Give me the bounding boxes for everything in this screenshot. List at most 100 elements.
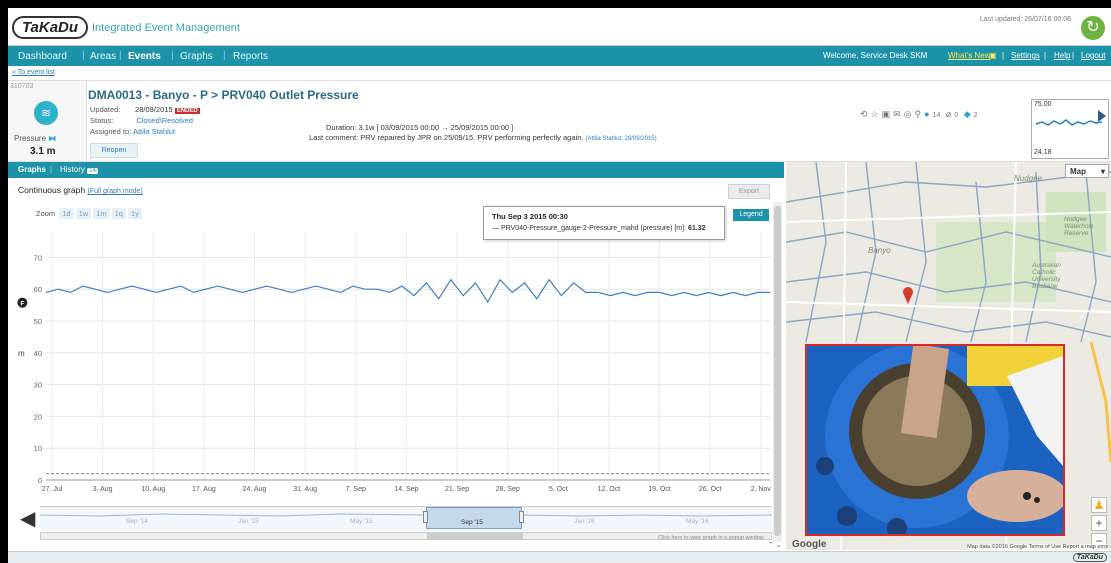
tab-graphs[interactable]: Graphs: [18, 165, 46, 174]
tooltip-series: — PRV040-Pressure_gauge-2-Pressure_mahd …: [492, 225, 706, 232]
logout-link[interactable]: Logout: [1081, 51, 1105, 60]
export-button[interactable]: Export: [728, 184, 770, 199]
settings-link[interactable]: Settings: [1011, 51, 1040, 60]
app-window: TaKaDu Integrated Event Management Last …: [8, 8, 1111, 563]
navigator-scrollbar-thumb[interactable]: [427, 533, 523, 539]
map-footer[interactable]: Map data ©2016 Google Terms of Use Repor…: [967, 544, 1109, 550]
event-badge-panel: 310703 ≋ Pressure ⧓ 3.1 m: [8, 81, 87, 161]
location-icon[interactable]: ◎: [904, 109, 912, 119]
attachment-icon[interactable]: ⌀: [946, 109, 951, 119]
comment-icon[interactable]: ●: [924, 109, 929, 119]
full-graph-mode-link[interactable]: (Full graph mode): [87, 188, 142, 195]
pressure-gauge-icon: ≋: [34, 101, 58, 125]
navigator-right-handle[interactable]: [519, 511, 524, 523]
pressure-series-line: [45, 278, 770, 304]
x-tick-label: 19. Oct: [648, 486, 671, 493]
assigned-row: Assigned to: Attila Stahlut: [90, 127, 175, 136]
street-view-icon[interactable]: ♟: [1091, 497, 1107, 513]
pressure-chart[interactable]: 0 10 20 30 40 50 60 70 27. Jul 3. Aug 10. Aug 17. A…: [8, 222, 773, 507]
calendar-icon[interactable]: ▣: [882, 109, 891, 119]
zoom-1w[interactable]: 1w: [75, 208, 92, 219]
help-link[interactable]: Help: [1054, 51, 1070, 60]
tab-history[interactable]: History 14: [60, 165, 98, 174]
sparkline-line: [1035, 119, 1103, 126]
history-icon[interactable]: ⟲: [860, 109, 868, 119]
nav-graphs[interactable]: Graphs: [180, 51, 213, 62]
sparkline-preview[interactable]: 75.00 24.18: [1031, 99, 1109, 159]
tag-icon[interactable]: ◆: [964, 109, 971, 119]
y-tick-label: 70: [34, 253, 42, 262]
photo-hand: [967, 470, 1063, 522]
x-tick-label: 3. Aug: [93, 486, 113, 493]
event-summary: 310703 ≋ Pressure ⧓ 3.1 m DMA0013 - Bany…: [8, 80, 1111, 162]
scrollbar-thumb[interactable]: [774, 206, 781, 536]
last-comment-text: Last comment: PRV repaired by JPR on 25/…: [309, 133, 584, 142]
refresh-icon[interactable]: ↻: [1081, 16, 1105, 40]
navigator-label: May '16: [686, 518, 709, 525]
navigator-left-handle[interactable]: [423, 511, 428, 523]
navigator-window[interactable]: Sep '15: [426, 507, 522, 529]
app-title: Integrated Event Management: [92, 22, 240, 34]
updated-row: Updated: 28/09/2015 ENDED: [90, 105, 200, 114]
attachments-count: 0: [954, 112, 959, 119]
whats-new-link[interactable]: What's New: [948, 51, 990, 60]
ended-badge: ENDED: [174, 108, 200, 114]
navigator-svg: [40, 510, 772, 520]
page-footer: TaKaDu: [8, 551, 1111, 563]
nav-separator: |: [171, 50, 174, 61]
assigned-label: Assigned to:: [90, 127, 132, 136]
y-tick-label: 20: [34, 412, 42, 421]
x-tick-label: 12. Oct: [598, 486, 621, 493]
x-tick-label: 31. Aug: [293, 486, 317, 493]
map-main: [805, 162, 827, 343]
star-icon[interactable]: ☆: [871, 109, 879, 119]
nav-events[interactable]: Events: [128, 51, 161, 62]
event-marker-label: F: [20, 301, 24, 308]
nav-separator: |: [82, 50, 85, 61]
assigned-value[interactable]: Attila Stahlut: [133, 127, 175, 136]
status-row: Status: Closed\Resolved: [90, 116, 193, 125]
whats-new-icon[interactable]: ▣: [989, 51, 997, 60]
takadu-logo[interactable]: TaKaDu: [12, 16, 88, 39]
event-location-pin[interactable]: [903, 287, 913, 304]
mail-icon[interactable]: ✉: [893, 109, 901, 119]
tags-count: 2: [973, 112, 978, 119]
status-label: Status:: [90, 116, 114, 125]
collapse-arrows-icon[interactable]: ⌃ ⌄: [768, 541, 782, 549]
map-road: [786, 301, 1111, 313]
map-type-select[interactable]: Map ▾: [1065, 164, 1109, 178]
map-main: [905, 162, 927, 343]
nav-separator: |: [223, 50, 226, 61]
popup-hint-link[interactable]: Click here to view graph in a popup wind…: [658, 535, 764, 541]
share-icon[interactable]: ⚲: [915, 109, 922, 119]
map-main: [786, 311, 1111, 338]
graph-vertical-scrollbar[interactable]: [773, 202, 782, 542]
nav-areas[interactable]: Areas: [90, 51, 116, 62]
y-tick-label: 10: [34, 444, 42, 453]
back-to-event-list-link[interactable]: « To event list: [12, 69, 55, 76]
valve-icon: ⧓: [48, 134, 57, 143]
tab-history-label: History: [60, 165, 85, 174]
navigator-line: [40, 510, 772, 520]
range-navigator[interactable]: Sep '14 Jan '15 May '15 Sep '15 Jan '16 …: [40, 506, 772, 531]
zoom-in-button[interactable]: +: [1091, 515, 1107, 531]
nav-reports[interactable]: Reports: [233, 51, 268, 62]
legend-button[interactable]: Legend: [733, 209, 769, 221]
x-tick-label: 24. Aug: [243, 486, 267, 493]
previous-period-arrow-icon[interactable]: ◀: [20, 506, 35, 531]
x-tick-label: 5. Oct: [549, 486, 568, 493]
zoom-1m[interactable]: 1m: [93, 208, 110, 219]
measure-label: Pressure ⧓: [14, 134, 56, 143]
navigator-label: Sep '14: [126, 518, 148, 525]
photo-bolt: [837, 506, 857, 526]
zoom-1q[interactable]: 1q: [111, 208, 126, 219]
updated-label: Updated:: [90, 105, 121, 114]
zoom-1y[interactable]: 1y: [127, 208, 142, 219]
reopen-button[interactable]: Reopen: [90, 143, 138, 158]
status-value[interactable]: Closed\Resolved: [136, 116, 193, 125]
zoom-1d[interactable]: 1d: [59, 208, 74, 219]
event-id: 310703: [10, 83, 34, 90]
nav-dashboard[interactable]: Dashboard: [18, 51, 67, 62]
pin-tip[interactable]: [904, 295, 912, 304]
map-panel[interactable]: Map ▾ Nudgee Nudgee Waterhole Reserve Au…: [786, 162, 1111, 550]
